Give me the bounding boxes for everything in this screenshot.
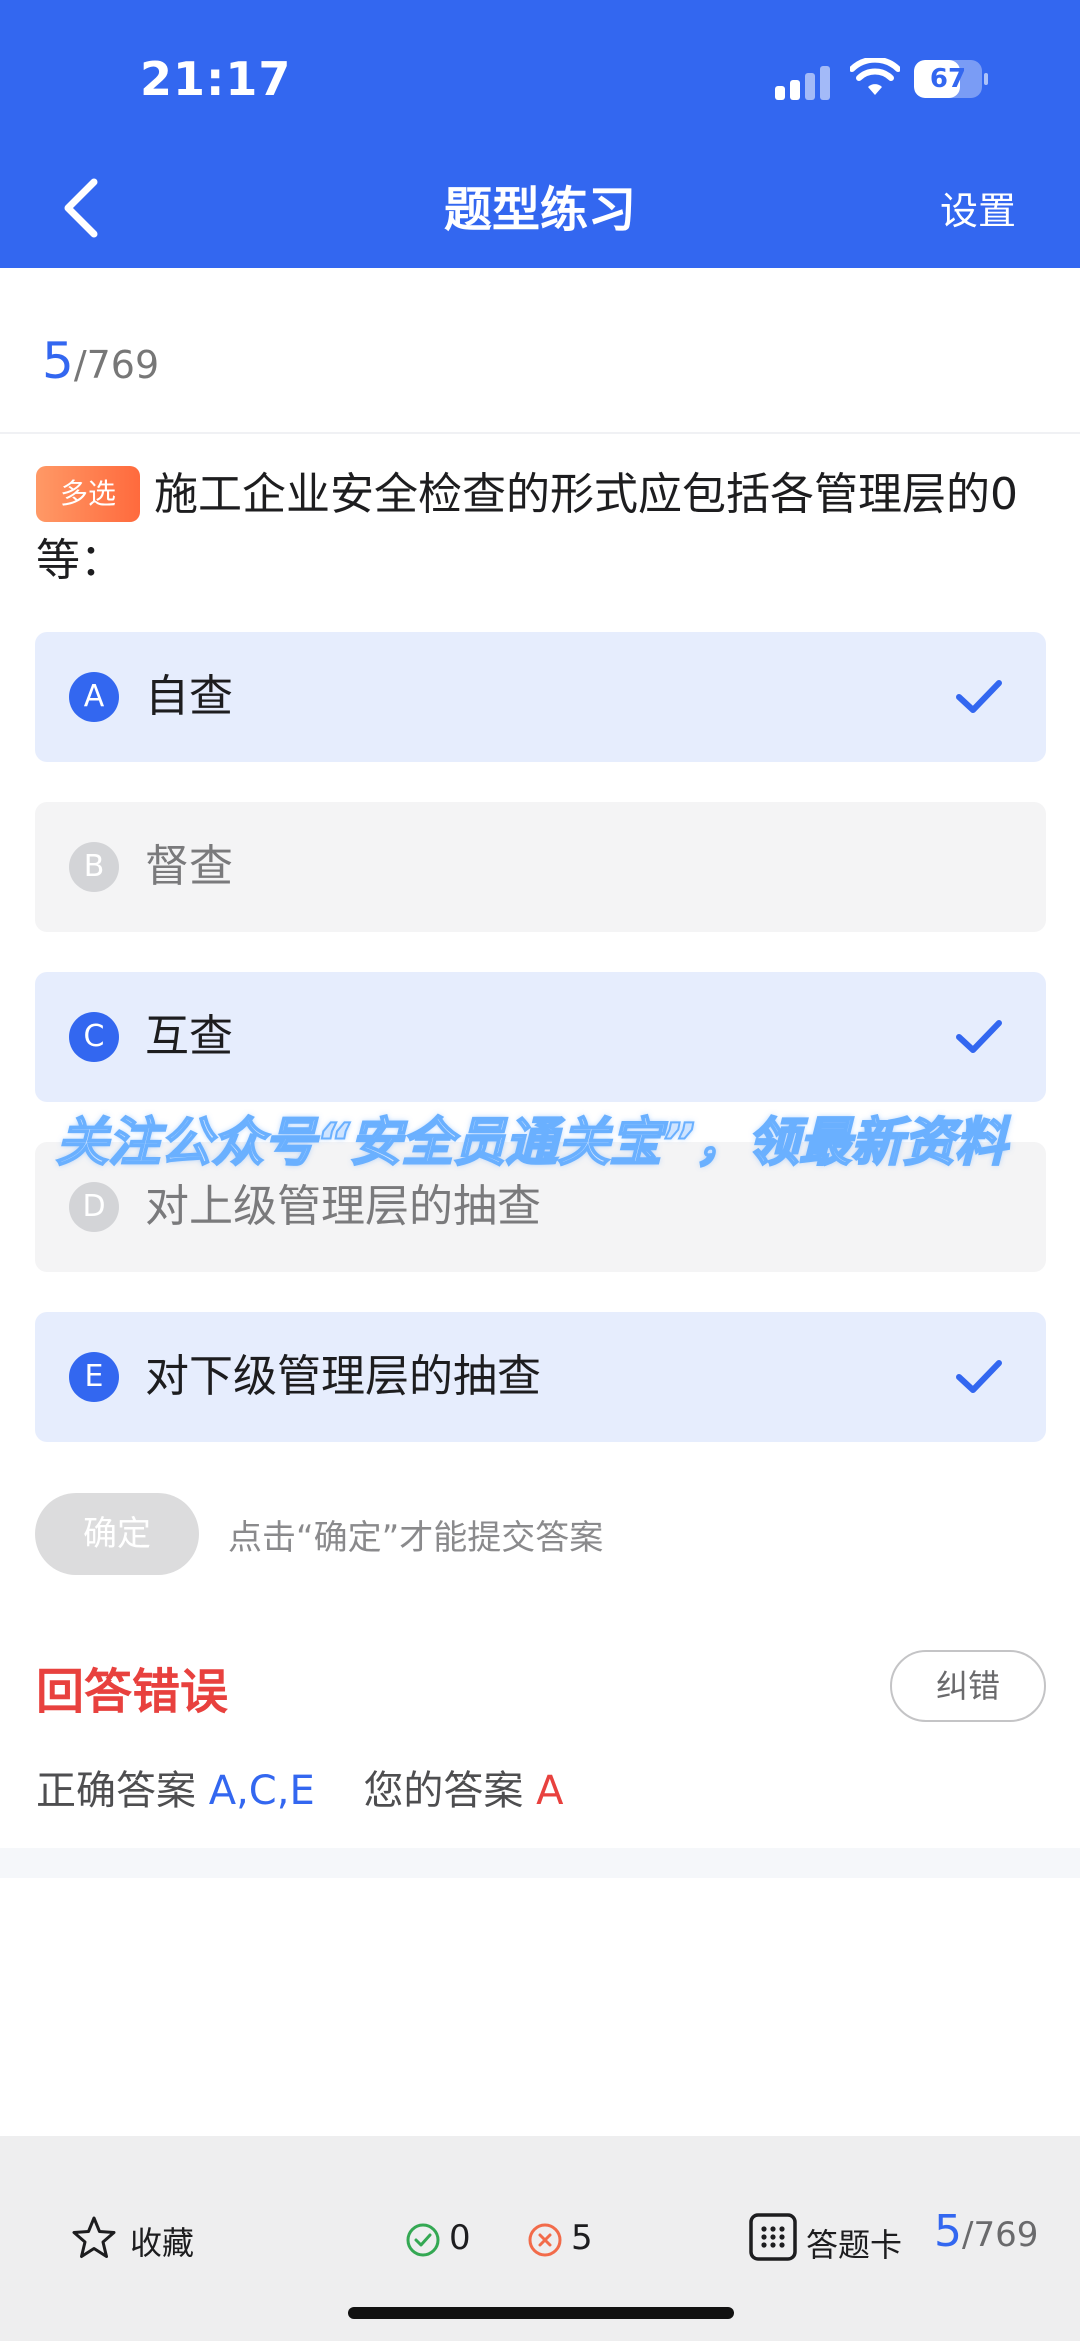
answer-card-label: 答题卡 — [806, 2226, 903, 2264]
bottom-progress: 5/769 — [934, 2206, 1038, 2257]
header: 21:17 67 题型练习 设置 — [0, 0, 1080, 268]
question-stem: 多选 施工企业安全检查的形式应包括各管理层的0等： — [36, 462, 1046, 594]
report-error-button[interactable]: 纠错 — [890, 1650, 1046, 1722]
option-a[interactable]: A 自查 — [35, 632, 1046, 762]
progress-total: /769 — [73, 343, 160, 387]
correct-answer-label: 正确答案 — [36, 1768, 196, 1814]
star-icon — [72, 2216, 116, 2258]
check-icon — [956, 680, 1002, 713]
confirm-button[interactable]: 确定 — [35, 1493, 199, 1575]
x-circle-icon — [528, 2223, 562, 2257]
check-icon — [956, 1360, 1002, 1393]
option-text: 互查 — [145, 1011, 233, 1062]
result-title: 回答错误 — [36, 1664, 229, 1720]
battery-level: 67 — [929, 64, 967, 94]
question-progress: 5/769 — [42, 332, 159, 390]
correct-answer-value: A,C,E — [208, 1768, 315, 1814]
watermark-text: 关注公众号“安全员通关宝”，领最新资料 — [55, 1112, 1008, 1174]
chevron-left-icon[interactable] — [52, 168, 112, 248]
option-text: 对下级管理层的抽查 — [145, 1351, 541, 1402]
settings-button[interactable]: 设置 — [940, 180, 1016, 235]
check-icon — [956, 1020, 1002, 1053]
question-text: 施工企业安全检查的形式应包括各管理层的0等： — [36, 469, 1018, 586]
correct-count-value: 0 — [449, 2218, 471, 2258]
option-letter: A — [69, 672, 119, 722]
option-e[interactable]: E 对下级管理层的抽查 — [35, 1312, 1046, 1442]
answer-summary: 正确答案 A,C,E 您的答案 A — [36, 1758, 564, 1816]
confirm-hint: 点击“确定”才能提交答案 — [228, 1518, 604, 1558]
option-text: 对上级管理层的抽查 — [145, 1181, 541, 1232]
check-circle-icon — [406, 2223, 440, 2257]
battery-icon: 67 — [914, 60, 988, 98]
wrong-count-value: 5 — [571, 2218, 593, 2258]
answer-card-button[interactable]: 答题卡 — [748, 2212, 908, 2264]
page-title: 题型练习 — [443, 182, 636, 238]
home-indicator[interactable] — [348, 2307, 734, 2319]
progress-current: 5 — [42, 332, 74, 390]
cellular-signal-icon — [775, 64, 833, 100]
wifi-icon — [850, 58, 900, 95]
status-time: 21:17 — [140, 52, 292, 106]
option-letter: C — [69, 1012, 119, 1062]
option-letter: B — [69, 842, 119, 892]
bottom-progress-current: 5 — [934, 2206, 962, 2257]
question-type-badge: 多选 — [36, 466, 140, 522]
favorite-label: 收藏 — [130, 2224, 195, 2262]
option-text: 自查 — [145, 671, 233, 722]
bottom-progress-total: /769 — [962, 2215, 1039, 2255]
divider — [0, 432, 1080, 434]
option-b[interactable]: B 督查 — [35, 802, 1046, 932]
option-text: 督查 — [145, 841, 233, 892]
option-letter: E — [69, 1352, 119, 1402]
section-separator — [0, 1848, 1080, 1878]
your-answer-label: 您的答案 — [363, 1768, 524, 1814]
option-c[interactable]: C 互查 — [35, 972, 1046, 1102]
grid-icon — [749, 2213, 797, 2261]
your-answer-value: A — [536, 1768, 564, 1814]
option-letter: D — [69, 1182, 119, 1232]
